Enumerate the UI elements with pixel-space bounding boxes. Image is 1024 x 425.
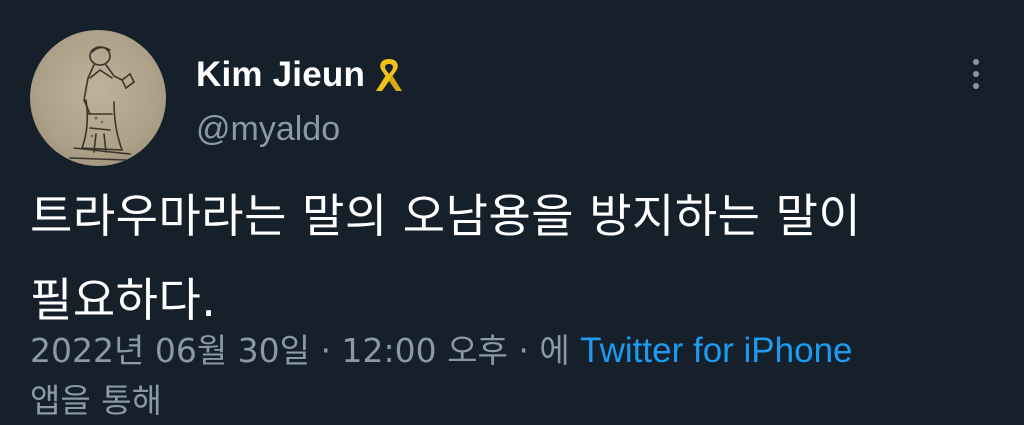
tweet-time[interactable]: 12:00 오후: [342, 331, 508, 370]
display-name[interactable]: Kim Jieun: [196, 55, 365, 95]
via-prefix: 에: [539, 331, 581, 370]
vertical-ellipsis-icon: [973, 83, 979, 89]
vertical-ellipsis-icon: [973, 71, 979, 77]
tweet-text: 트라우마라는 말의 오남용을 방지하는 말이 필요하다.: [30, 174, 990, 342]
more-options-button[interactable]: [956, 52, 996, 96]
source-app-link[interactable]: Twitter for iPhone: [580, 331, 852, 370]
avatar[interactable]: [30, 30, 166, 166]
meta-separator: ·: [507, 331, 540, 370]
author-name-row[interactable]: Kim Jieun: [196, 52, 411, 98]
user-handle[interactable]: @myaldo: [196, 110, 340, 149]
meta-line: 2022년 06월 30일 · 12:00 오후 · 에 Twitter for…: [30, 326, 1010, 376]
tweet-card: Kim Jieun @myaldo 트라우마라는 말의 오남용을 방지하는 말이…: [0, 0, 1024, 425]
via-suffix: 앱을 통해: [30, 381, 162, 420]
sketch-portrait-image: [69, 46, 136, 161]
tweet-date[interactable]: 2022년 06월 30일: [30, 331, 310, 370]
tweet-text-line: 트라우마라는 말의 오남용을 방지하는 말이: [30, 189, 862, 243]
meta-separator: ·: [310, 331, 342, 370]
vertical-ellipsis-icon: [973, 59, 979, 65]
yellow-ribbon-icon: [367, 53, 411, 97]
tweet-meta: 2022년 06월 30일 · 12:00 오후 · 에 Twitter for…: [30, 326, 1010, 425]
